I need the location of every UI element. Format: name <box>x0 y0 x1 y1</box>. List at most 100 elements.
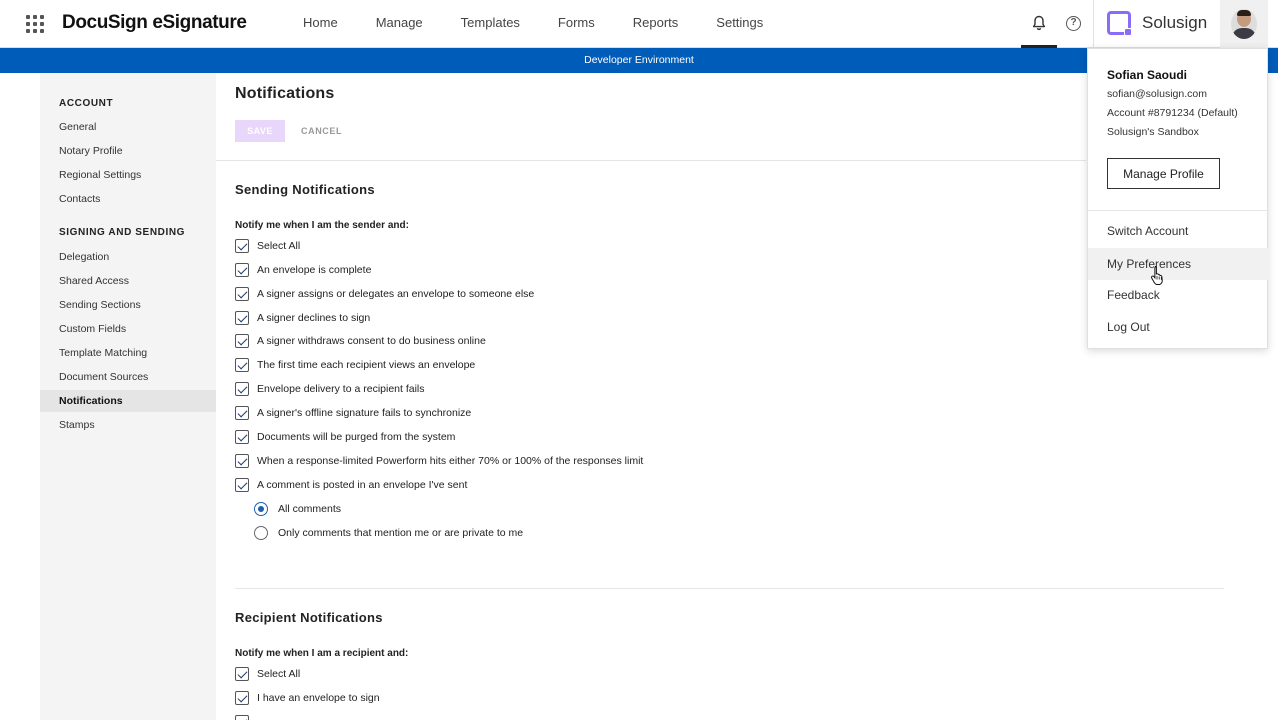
solusign-logo-dot <box>1125 29 1131 35</box>
checkbox-partial-row[interactable] <box>235 714 249 720</box>
checkbox-documents-purged[interactable]: Documents will be purged from the system <box>235 429 455 445</box>
profile-dropdown-menu: Sofian Saoudi sofian@solusign.com Accoun… <box>1087 48 1269 349</box>
checkbox[interactable] <box>235 667 249 681</box>
checkbox[interactable] <box>235 430 249 444</box>
checkbox-label: A comment is posted in an envelope I've … <box>257 479 468 491</box>
checkbox[interactable] <box>235 454 249 468</box>
sidebar-item-template-matching[interactable]: Template Matching <box>40 342 216 364</box>
top-navigation-bar: DocuSign eSignature Home Manage Template… <box>0 0 1278 48</box>
menu-item-switch-account[interactable]: Switch Account <box>1088 215 1269 247</box>
checkbox-offline-sync-fails[interactable]: A signer's offline signature fails to sy… <box>235 405 471 421</box>
radio-button[interactable] <box>254 526 268 540</box>
checkbox-signer-withdraws[interactable]: A signer withdraws consent to do busines… <box>235 333 486 349</box>
help-icon[interactable]: ? <box>1066 16 1081 31</box>
checkbox[interactable] <box>235 691 249 705</box>
checkbox-label: When a response-limited Powerform hits e… <box>257 455 644 467</box>
checkbox-envelope-to-sign[interactable]: I have an envelope to sign <box>235 690 380 706</box>
nav-home[interactable]: Home <box>284 0 357 48</box>
checkbox-envelope-complete[interactable]: An envelope is complete <box>235 262 371 278</box>
profile-name: Sofian Saoudi <box>1107 68 1188 82</box>
menu-item-feedback[interactable]: Feedback <box>1088 279 1269 311</box>
checkbox-select-all-recipient[interactable]: Select All <box>235 666 300 682</box>
sidebar-item-sending-sections[interactable]: Sending Sections <box>40 294 216 316</box>
checkbox[interactable] <box>235 358 249 372</box>
cancel-button[interactable]: CANCEL <box>301 120 342 142</box>
checkbox[interactable] <box>235 382 249 396</box>
checkbox-label: Documents will be purged from the system <box>257 431 456 443</box>
sidebar-item-stamps[interactable]: Stamps <box>40 414 216 436</box>
menu-item-my-preferences[interactable]: My Preferences <box>1088 248 1269 280</box>
radio-mentions-only[interactable]: Only comments that mention me or are pri… <box>254 525 523 541</box>
radio-all-comments[interactable]: All comments <box>254 501 341 517</box>
checkbox[interactable] <box>235 311 249 325</box>
checkbox-label: I have an envelope to sign <box>257 692 380 704</box>
checkbox-select-all-sending[interactable]: Select All <box>235 238 300 254</box>
checkbox-comment-posted[interactable]: A comment is posted in an envelope I've … <box>235 477 467 493</box>
recipient-notifications-title: Recipient Notifications <box>235 610 383 625</box>
profile-org: Solusign's Sandbox <box>1107 126 1199 138</box>
checkbox[interactable] <box>235 478 249 492</box>
checkbox[interactable] <box>235 239 249 253</box>
radio-label: All comments <box>278 503 342 515</box>
radio-label: Only comments that mention me or are pri… <box>278 527 524 539</box>
checkbox-label: A signer assigns or delegates an envelop… <box>257 288 535 300</box>
nav-reports[interactable]: Reports <box>614 0 698 48</box>
checkbox-label: The first time each recipient views an e… <box>257 359 476 371</box>
brand-logo[interactable]: DocuSign eSignature <box>62 12 247 34</box>
sidebar-section-account: ACCOUNT <box>59 98 114 109</box>
main-nav: Home Manage Templates Forms Reports Sett… <box>284 0 782 48</box>
divider <box>216 160 1086 161</box>
checkbox-powerform-limit[interactable]: When a response-limited Powerform hits e… <box>235 453 643 469</box>
recipient-group-label: Notify me when I am a recipient and: <box>235 648 409 659</box>
checkbox[interactable] <box>235 406 249 420</box>
sidebar-item-shared-access[interactable]: Shared Access <box>40 270 216 292</box>
checkbox-label: Envelope delivery to a recipient fails <box>257 383 425 395</box>
checkbox-label: An envelope is complete <box>257 264 372 276</box>
checkbox-label: A signer declines to sign <box>257 312 371 324</box>
checkbox[interactable] <box>235 263 249 277</box>
checkbox-signer-delegates[interactable]: A signer assigns or delegates an envelop… <box>235 286 534 302</box>
manage-profile-button[interactable]: Manage Profile <box>1107 158 1220 189</box>
bell-icon <box>1032 15 1046 31</box>
sender-group-label: Notify me when I am the sender and: <box>235 220 409 231</box>
radio-button[interactable] <box>254 502 268 516</box>
checkbox[interactable] <box>235 287 249 301</box>
checkbox-delivery-fails[interactable]: Envelope delivery to a recipient fails <box>235 381 425 397</box>
sidebar-item-regional-settings[interactable]: Regional Settings <box>40 164 216 186</box>
nav-settings[interactable]: Settings <box>697 0 782 48</box>
nav-templates[interactable]: Templates <box>442 0 539 48</box>
page-title: Notifications <box>235 85 335 102</box>
company-logo: Solusign <box>1093 0 1220 48</box>
sending-notifications-title: Sending Notifications <box>235 182 375 197</box>
sidebar-item-delegation[interactable]: Delegation <box>40 246 216 268</box>
checkbox[interactable] <box>235 715 249 720</box>
checkbox-label: A signer withdraws consent to do busines… <box>257 335 486 347</box>
sidebar-item-notary-profile[interactable]: Notary Profile <box>40 140 216 162</box>
app-launcher-icon[interactable] <box>26 15 44 33</box>
checkbox-first-view[interactable]: The first time each recipient views an e… <box>235 357 475 373</box>
checkbox-label: A signer's offline signature fails to sy… <box>257 407 472 419</box>
sidebar-item-custom-fields[interactable]: Custom Fields <box>40 318 216 340</box>
checkbox[interactable] <box>235 334 249 348</box>
nav-forms[interactable]: Forms <box>539 0 614 48</box>
company-name: Solusign <box>1142 13 1208 32</box>
avatar <box>1231 9 1257 39</box>
sidebar-item-general[interactable]: General <box>40 116 216 138</box>
section-divider <box>235 588 1224 589</box>
sidebar-item-notifications[interactable]: Notifications <box>40 390 216 412</box>
notifications-bell-button[interactable] <box>1021 0 1057 48</box>
profile-avatar-button[interactable] <box>1220 0 1268 48</box>
checkbox-label: Select All <box>257 668 301 680</box>
profile-account: Account #8791234 (Default) <box>1107 107 1238 119</box>
menu-divider <box>1088 210 1269 211</box>
checkbox-label: Select All <box>257 240 301 252</box>
settings-sidebar: ACCOUNT General Notary Profile Regional … <box>40 73 216 720</box>
save-button[interactable]: SAVE <box>235 120 285 142</box>
checkbox-signer-declines[interactable]: A signer declines to sign <box>235 310 370 326</box>
menu-item-log-out[interactable]: Log Out <box>1088 311 1269 343</box>
sidebar-item-document-sources[interactable]: Document Sources <box>40 366 216 388</box>
hand-cursor-icon <box>1151 266 1163 285</box>
sidebar-section-signing: SIGNING AND SENDING <box>59 227 186 238</box>
nav-manage[interactable]: Manage <box>357 0 442 48</box>
sidebar-item-contacts[interactable]: Contacts <box>40 188 216 210</box>
